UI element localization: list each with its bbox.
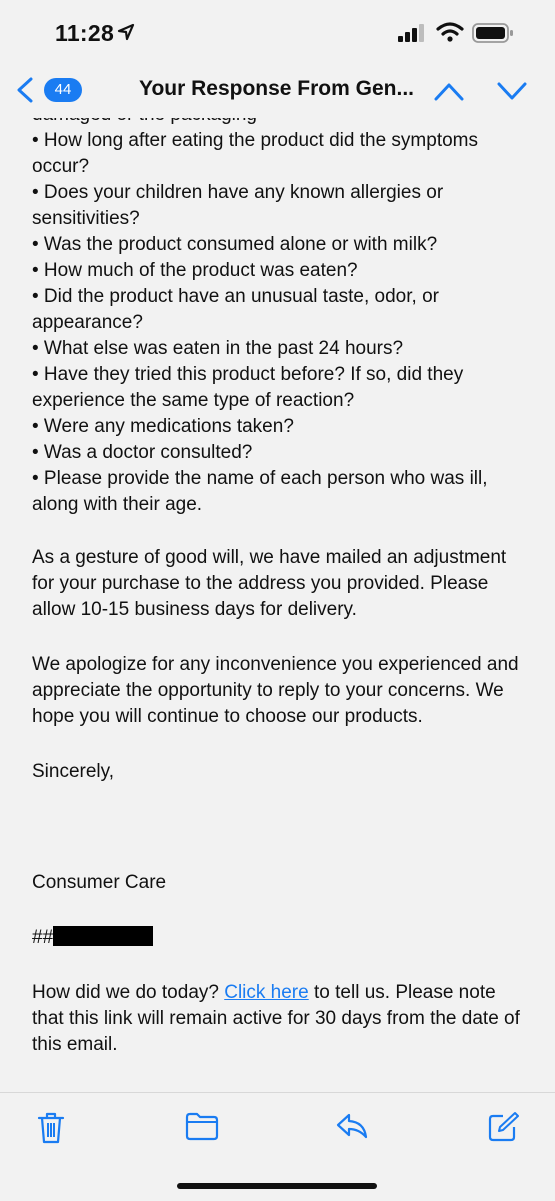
folder-icon[interactable] (185, 1111, 219, 1141)
home-indicator[interactable] (177, 1183, 377, 1189)
previous-message-chevron-icon[interactable] (432, 78, 466, 104)
question-list: • How long after eating the product did … (32, 128, 532, 518)
battery-icon (472, 23, 513, 43)
question-item: • How long after eating the product did … (32, 130, 478, 177)
location-arrow-icon (117, 23, 135, 41)
next-message-chevron-icon[interactable] (495, 78, 529, 104)
apology-paragraph: We apologize for any inconvenience you e… (32, 654, 519, 727)
survey-link[interactable]: Click here (224, 982, 308, 1003)
status-bar: 11:28 (0, 0, 555, 64)
goodwill-paragraph: As a gesture of good will, we have maile… (32, 547, 507, 620)
question-item: • How much of the product was eaten? (32, 260, 358, 281)
trash-icon[interactable] (36, 1111, 66, 1145)
back-chevron-icon[interactable] (14, 76, 36, 104)
survey-paragraph: How did we do today? Click here to tell … (32, 980, 532, 1058)
question-item: • Was the product consumed alone or with… (32, 234, 438, 255)
signature-line: Consumer Care (32, 872, 167, 893)
compose-icon[interactable] (487, 1111, 521, 1143)
question-item: • What else was eaten in the past 24 hou… (32, 338, 404, 359)
closing-line: Sincerely, (32, 761, 115, 782)
wifi-icon (436, 22, 464, 42)
question-item: • Have they tried this product before? I… (32, 364, 464, 411)
question-item: • Were any medications taken? (32, 416, 294, 437)
case-number-line: ## (32, 925, 532, 951)
clipped-text: damaged or the packaging (32, 118, 257, 128)
message-nav-bar: 44 Your Response From Gen... (0, 64, 555, 118)
question-item: • Did the product have an unusual taste,… (32, 286, 439, 333)
survey-text-before: How did we do today? (32, 982, 225, 1003)
case-number-prefix: ## (32, 927, 54, 948)
message-subject-title: Your Response From Gen... (139, 77, 414, 100)
question-item: • Does your children have any known alle… (32, 182, 444, 229)
reply-icon[interactable] (335, 1111, 369, 1141)
redacted-block (53, 926, 154, 946)
cellular-signal-icon (398, 24, 424, 42)
question-item: • Was a doctor consulted? (32, 442, 253, 463)
unread-count-badge[interactable]: 44 (44, 78, 82, 102)
email-body: damaged or the packaging • How long afte… (32, 118, 532, 1078)
clipped-text-line: damaged or the packaging (32, 118, 532, 128)
question-item: • Please provide the name of each person… (32, 468, 488, 515)
status-time: 11:28 (55, 20, 115, 46)
